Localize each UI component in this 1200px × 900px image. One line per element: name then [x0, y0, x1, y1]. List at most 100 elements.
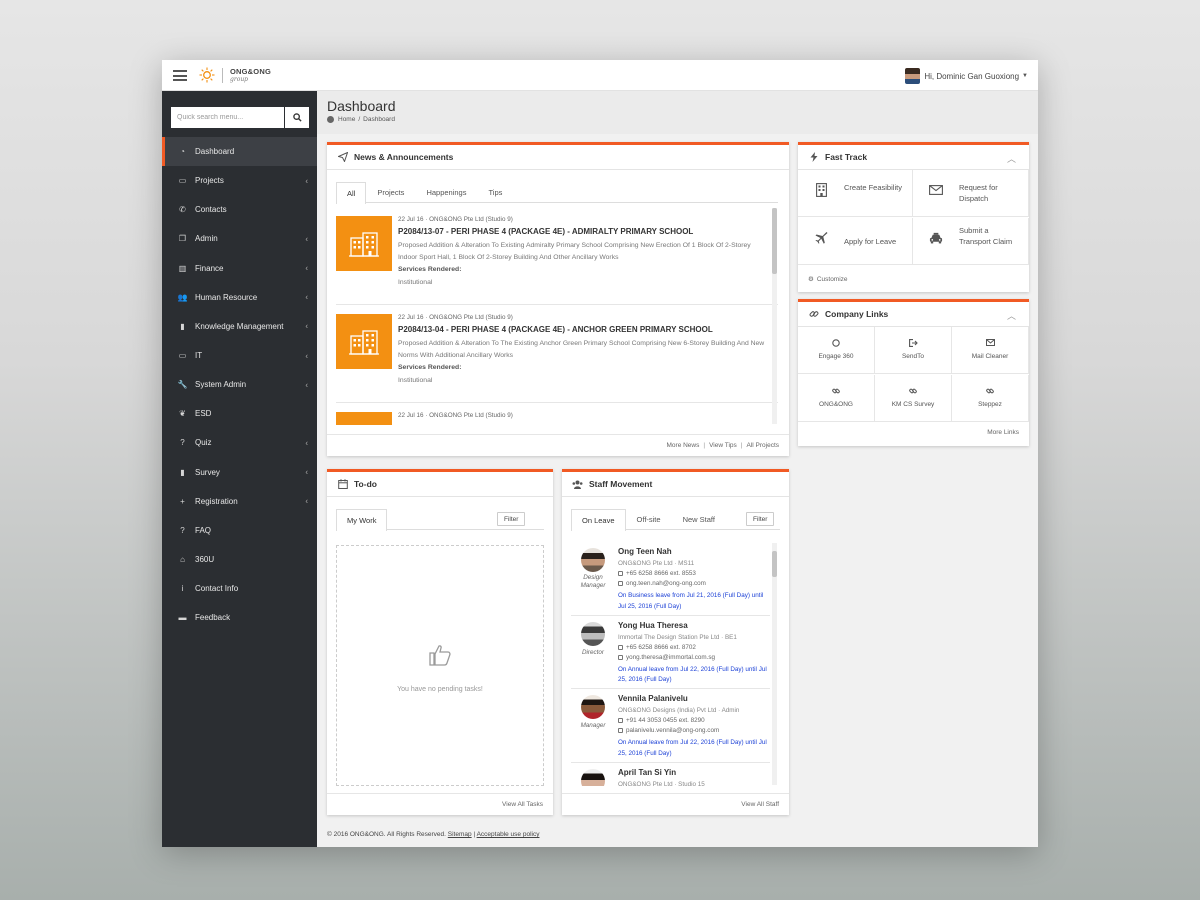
- sidebar: ◔ Dashboard ▭ Projects ‹ ✆ Contacts ❐ Admin ‹ ▥ Fin…: [162, 91, 317, 847]
- sidebar-item-esd[interactable]: ❦ ESD: [162, 399, 317, 428]
- todo-footer: View All Tasks: [327, 793, 553, 815]
- footer-separator: |: [703, 442, 706, 449]
- acceptable-use-policy-link[interactable]: Acceptable use policy: [477, 831, 540, 838]
- fast-track-request-for-dispatch[interactable]: Request for Dispatch: [913, 170, 1029, 217]
- ong-ong-logo-icon[interactable]: [199, 67, 215, 83]
- tab-on-leave[interactable]: On Leave: [571, 509, 626, 531]
- chevron-left-icon: ‹: [305, 321, 308, 331]
- customize-link[interactable]: ⚙ Customize: [808, 275, 848, 284]
- sidebar-item-360u[interactable]: ⌂ 360U: [162, 545, 317, 574]
- todo-panel: To-do My Work Filter You have no pending…: [327, 469, 553, 815]
- sidebar-item-quiz[interactable]: ? Quiz ‹: [162, 428, 317, 457]
- tab-projects[interactable]: Projects: [366, 182, 415, 202]
- staff-email[interactable]: ong.teen.nah@ong-ong.com: [618, 580, 706, 587]
- todo-filter-button[interactable]: Filter: [497, 512, 526, 526]
- news-title[interactable]: P2084/13-04 - PERI PHASE 4 (PACKAGE 4E) …: [398, 325, 713, 334]
- sidebar-item-faq[interactable]: ? FAQ: [162, 516, 317, 545]
- hamburger-menu-icon[interactable]: [173, 70, 187, 81]
- sidebar-search: [171, 107, 309, 128]
- sidebar-item-survey[interactable]: ▮ Survey ‹: [162, 458, 317, 487]
- more-news-link[interactable]: More News: [667, 442, 700, 449]
- staff-name[interactable]: April Tan Si Yin: [618, 768, 676, 777]
- chevron-up-icon[interactable]: ︿: [1007, 152, 1016, 165]
- fast-track-create-feasibility[interactable]: Create Feasibility: [798, 170, 913, 217]
- staff-filter-button[interactable]: Filter: [746, 512, 775, 526]
- chevron-left-icon: ‹: [305, 351, 308, 361]
- tab-all[interactable]: All: [336, 182, 367, 204]
- staff-list-item[interactable]: Director Yong Hua Theresa Immortal The Des…: [571, 616, 770, 689]
- user-menu[interactable]: Hi, Dominic Gan Guoxiong ▼: [905, 67, 1028, 85]
- sidebar-item-label: Knowledge Management: [195, 321, 284, 331]
- company-link-ong-ong[interactable]: ONG&ONG: [798, 375, 875, 422]
- company-link-sendto[interactable]: SendTo: [875, 327, 952, 374]
- staff-name[interactable]: Vennila Palanivelu: [618, 694, 688, 703]
- fast-track-submit-a-transport-claim[interactable]: Submit a Transport Claim: [913, 218, 1029, 265]
- news-thumbnail[interactable]: [336, 412, 392, 425]
- sidebar-item-system-admin[interactable]: 🔧 System Admin ‹: [162, 370, 317, 399]
- news-scrollbar[interactable]: [772, 208, 777, 424]
- staff-name[interactable]: Ong Teen Nah: [618, 547, 672, 556]
- tab-new-staff[interactable]: New Staff: [672, 509, 726, 529]
- staff-leave-info: On Business leave from Jul 21, 2016 (Ful…: [618, 592, 764, 610]
- staff-email[interactable]: yong.theresa@immortal.com.sg: [618, 654, 715, 661]
- sidebar-item-registration[interactable]: + Registration ‹: [162, 487, 317, 516]
- news-item[interactable]: 22 Jul 16 · ONG&ONG Pte Ltd (Studio 9): [336, 403, 778, 425]
- chevron-left-icon: ‹: [305, 467, 308, 477]
- company-link-km-cs-survey[interactable]: KM CS Survey: [875, 375, 952, 422]
- staff-name[interactable]: Yong Hua Theresa: [618, 621, 688, 630]
- search-input[interactable]: [171, 107, 284, 128]
- staff-list-item[interactable]: April Tan Si Yin ONG&ONG Pte Ltd · Studio…: [571, 763, 770, 786]
- breadcrumb-current: Dashboard: [363, 116, 395, 123]
- company-link-engage-360[interactable]: Engage 360: [798, 327, 875, 374]
- news-title[interactable]: P2084/13-07 - PERI PHASE 4 (PACKAGE 4E) …: [398, 227, 693, 236]
- tab-my-work[interactable]: My Work: [336, 509, 388, 531]
- news-thumbnail[interactable]: [336, 216, 392, 271]
- sidebar-item-human-resource[interactable]: 👥 Human Resource ‹: [162, 283, 317, 312]
- sidebar-item-dashboard[interactable]: ◔ Dashboard: [162, 137, 317, 167]
- company-links-title: Company Links: [825, 309, 889, 319]
- company-link-mail-cleaner[interactable]: Mail Cleaner: [952, 327, 1029, 374]
- taxi-icon: [929, 231, 943, 245]
- sitemap-link[interactable]: Sitemap: [448, 831, 472, 838]
- sidebar-item-contact-info[interactable]: i Contact Info: [162, 574, 317, 603]
- view-all-staff-link[interactable]: View All Staff: [741, 801, 779, 808]
- staff-scrollbar[interactable]: [772, 543, 777, 785]
- sidebar-item-label: Finance: [195, 263, 224, 273]
- footer-separator: |: [740, 442, 743, 449]
- sidebar-item-label: System Admin: [195, 380, 247, 390]
- news-item[interactable]: 22 Jul 16 · ONG&ONG Pte Ltd (Studio 9) P2…: [336, 207, 778, 305]
- logo-text: ONG&ONG: [230, 67, 271, 76]
- sidebar-item-contacts[interactable]: ✆ Contacts: [162, 195, 317, 224]
- sidebar-item-feedback[interactable]: ▬ Feedback: [162, 603, 317, 632]
- calendar-icon: [337, 479, 348, 489]
- tab-happenings[interactable]: Happenings: [415, 182, 477, 202]
- building-icon: [349, 231, 379, 257]
- staff-phone: +65 6258 8666 ext. 8702: [618, 644, 696, 651]
- staff-list-item[interactable]: Design Manager Ong Teen Nah ONG&ONG Pte Lt…: [571, 542, 770, 616]
- view-tips-link[interactable]: View Tips: [709, 442, 737, 449]
- bar-chart-icon: ▥: [178, 263, 187, 273]
- sidebar-item-it[interactable]: ▭ IT ‹: [162, 341, 317, 370]
- sidebar-item-admin[interactable]: ❐ Admin ‹: [162, 224, 317, 253]
- view-all-tasks-link[interactable]: View All Tasks: [502, 801, 543, 808]
- news-thumbnail[interactable]: [336, 314, 392, 369]
- staff-email[interactable]: palanivelu.vennila@ong-ong.com: [618, 727, 719, 734]
- fast-track-apply-for-leave[interactable]: Apply for Leave: [798, 218, 913, 265]
- thumbs-up-icon: [429, 645, 451, 666]
- all-projects-link[interactable]: All Projects: [746, 442, 779, 449]
- more-links-link[interactable]: More Links: [987, 429, 1019, 436]
- staff-header: Staff Movement: [562, 472, 789, 497]
- company-link-steppez[interactable]: Steppez: [952, 375, 1029, 422]
- tab-tips[interactable]: Tips: [477, 182, 513, 202]
- news-item[interactable]: 22 Jul 16 · ONG&ONG Pte Ltd (Studio 9) P2…: [336, 305, 778, 403]
- chevron-up-icon[interactable]: ︿: [1007, 309, 1016, 322]
- avatar: [905, 68, 921, 84]
- sidebar-item-finance[interactable]: ▥ Finance ‹: [162, 254, 317, 283]
- question-circle-icon: ?: [180, 438, 185, 448]
- sidebar-item-projects[interactable]: ▭ Projects ‹: [162, 166, 317, 195]
- breadcrumb-home[interactable]: Home: [338, 116, 355, 123]
- sidebar-item-knowledge-management[interactable]: ▮ Knowledge Management ‹: [162, 312, 317, 341]
- tab-off-site[interactable]: Off-site: [626, 509, 672, 529]
- search-button[interactable]: [285, 107, 309, 128]
- staff-list-item[interactable]: Manager Vennila Palanivelu ONG&ONG Designs…: [571, 689, 770, 763]
